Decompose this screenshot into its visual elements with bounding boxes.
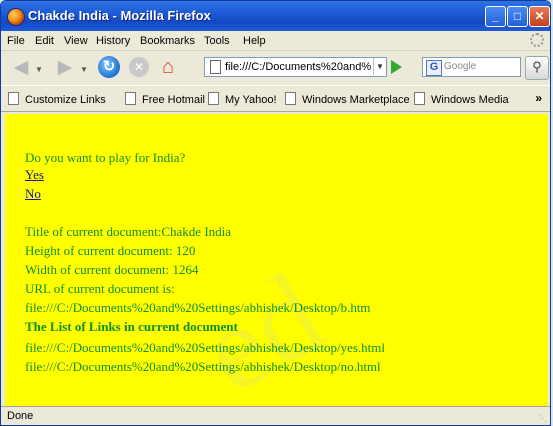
menu-bookmarks[interactable]: Bookmarks: [140, 35, 195, 47]
status-bar: Done ⋱: [1, 406, 550, 425]
bookmark-label: Windows Media: [431, 94, 509, 106]
links-heading: The List of Links in current document: [25, 319, 238, 334]
menu-file[interactable]: File: [7, 35, 25, 47]
forward-history-dropdown-icon[interactable]: ▼: [80, 65, 88, 74]
page-icon: [210, 60, 221, 75]
firefox-window: Chakde India - Mozilla Firefox _ □ ✕ Fil…: [0, 0, 551, 426]
menu-edit[interactable]: Edit: [35, 35, 54, 47]
search-engine-icon[interactable]: G: [426, 60, 442, 76]
question-text: Do you want to play for India?: [25, 150, 186, 165]
menu-view[interactable]: View: [64, 35, 88, 47]
url-dropdown-icon[interactable]: ▼: [373, 58, 386, 75]
maximize-button[interactable]: □: [507, 6, 528, 27]
stop-icon[interactable]: ✕: [129, 57, 149, 77]
back-history-dropdown-icon[interactable]: ▼: [35, 65, 43, 74]
back-arrow-icon[interactable]: ◀: [10, 58, 32, 77]
bookmark-page-icon: [125, 92, 136, 105]
menu-history[interactable]: History: [96, 35, 130, 47]
bookmarks-toolbar: Customize Links Free Hotmail My Yahoo! W…: [1, 85, 550, 112]
reload-icon[interactable]: ↻: [98, 56, 120, 78]
url-label: URL of current document is:: [25, 281, 175, 296]
resize-grip-icon[interactable]: ⋱: [538, 413, 547, 424]
bookmark-label: My Yahoo!: [225, 94, 277, 106]
bookmark-customize-links[interactable]: Customize Links: [8, 92, 106, 106]
bookmark-free-hotmail[interactable]: Free Hotmail: [125, 92, 205, 106]
home-icon[interactable]: ⌂: [157, 56, 179, 78]
window-title: Chakde India - Mozilla Firefox: [28, 8, 211, 23]
bookmark-page-icon: [414, 92, 425, 105]
url-value: file:///C:/Documents%20and%20Settings/ab…: [25, 300, 371, 315]
search-placeholder: Google: [444, 61, 477, 72]
throbber-icon: [530, 33, 544, 47]
minimize-button[interactable]: _: [485, 6, 506, 27]
link-list-item: file:///C:/Documents%20and%20Settings/ab…: [25, 340, 385, 355]
link-list-item: file:///C:/Documents%20and%20Settings/ab…: [25, 359, 381, 374]
bookmark-label: Customize Links: [25, 94, 106, 106]
bookmarks-overflow-chevron-icon[interactable]: »: [535, 91, 542, 105]
title-info: Title of current document:Chakde India: [25, 224, 232, 239]
page-content: ed Do you want to play for India? Yes No…: [5, 114, 548, 406]
bookmark-windows-marketplace[interactable]: Windows Marketplace: [285, 92, 410, 106]
firefox-icon: [7, 8, 25, 26]
bookmark-my-yahoo[interactable]: My Yahoo!: [208, 92, 277, 106]
bookmark-page-icon: [285, 92, 296, 105]
height-info: Height of current document: 120: [25, 243, 196, 258]
bookmark-page-icon: [8, 92, 19, 105]
close-button[interactable]: ✕: [529, 6, 550, 27]
url-input[interactable]: file:///C:/Documents%20and%: [204, 57, 387, 77]
bookmark-windows-media[interactable]: Windows Media: [414, 92, 509, 106]
no-link[interactable]: No: [25, 186, 41, 201]
status-text: Done: [7, 410, 34, 422]
menu-bar: File Edit View History Bookmarks Tools H…: [1, 31, 550, 51]
search-input[interactable]: G Google: [422, 57, 521, 77]
menu-tools[interactable]: Tools: [204, 35, 230, 47]
title-bar[interactable]: Chakde India - Mozilla Firefox _ □ ✕: [1, 1, 550, 31]
bookmark-label: Free Hotmail: [142, 94, 205, 106]
search-icon[interactable]: ⚲: [525, 56, 549, 80]
url-text: file:///C:/Documents%20and%: [225, 61, 372, 73]
go-arrow-icon[interactable]: [391, 60, 402, 74]
bookmark-label: Windows Marketplace: [302, 94, 410, 106]
menu-help[interactable]: Help: [243, 35, 266, 47]
forward-arrow-icon[interactable]: ▶: [54, 58, 76, 77]
bookmark-page-icon: [208, 92, 219, 105]
yes-link[interactable]: Yes: [25, 167, 44, 182]
width-info: Width of current document: 1264: [25, 262, 199, 277]
navigation-toolbar: ◀ ▼ ▶ ▼ ↻ ✕ ⌂ file:///C:/Documents%20and…: [1, 51, 550, 85]
